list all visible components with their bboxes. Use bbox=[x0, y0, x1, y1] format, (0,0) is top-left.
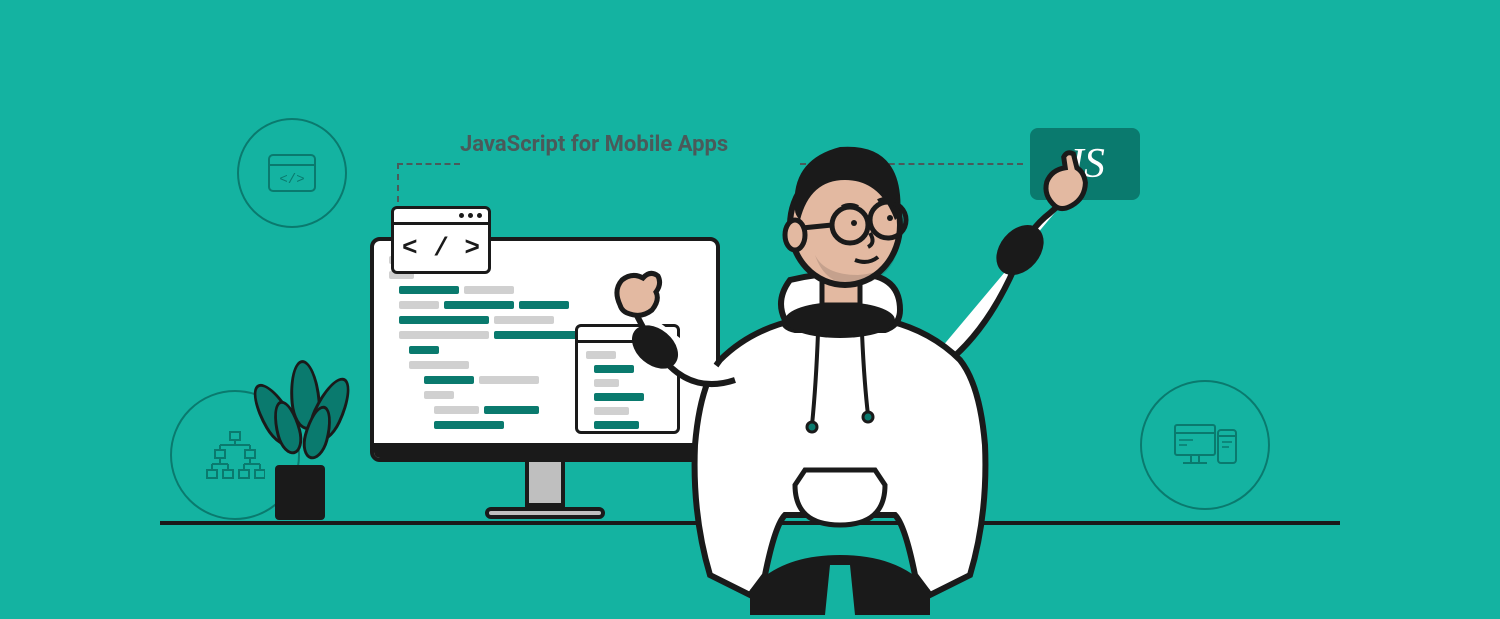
plant-pot bbox=[275, 465, 325, 520]
code-window-icon: </> bbox=[237, 118, 347, 228]
svg-text:</>: </> bbox=[279, 172, 304, 188]
devices-icon bbox=[1140, 380, 1270, 510]
person-illustration bbox=[600, 125, 1120, 615]
code-popup: < / > bbox=[391, 206, 491, 274]
connector-line bbox=[397, 163, 460, 165]
